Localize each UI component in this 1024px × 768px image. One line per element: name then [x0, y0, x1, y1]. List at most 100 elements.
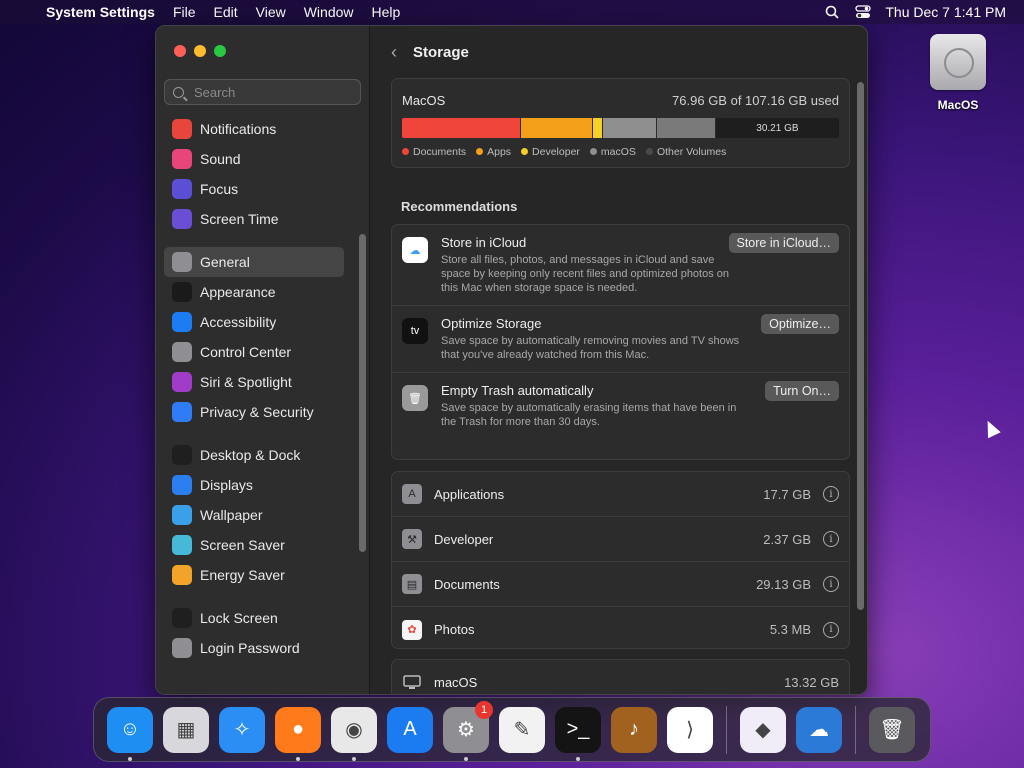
sidebar-scrollbar[interactable] [359, 234, 366, 552]
sidebar-item-accessibility[interactable]: Accessibility [164, 307, 344, 337]
legend-item: macOS [589, 146, 636, 158]
sidebar-item-label: General [200, 254, 250, 270]
legend-label: macOS [600, 146, 636, 158]
bar-segment-apps[interactable] [520, 118, 593, 138]
legend-item: Other Volumes [645, 146, 726, 158]
menu-app-name[interactable]: System Settings [40, 4, 164, 20]
main-scrollbar[interactable] [857, 82, 864, 610]
dock-vscode-icon[interactable]: ⟩ [667, 706, 713, 753]
sidebar-item-energy-saver[interactable]: Energy Saver [164, 560, 344, 590]
category-row-macos[interactable]: macOS 13.32 GB [392, 660, 849, 694]
dock-firefox-icon[interactable]: ● [275, 706, 321, 761]
bar-segment-developer[interactable] [592, 118, 603, 138]
dock-weather-icon[interactable]: ☁ [796, 706, 842, 753]
info-icon[interactable]: i [823, 621, 839, 638]
close-button[interactable] [174, 45, 186, 57]
sidebar-item-sound[interactable]: Sound [164, 144, 344, 174]
menu-edit[interactable]: Edit [205, 4, 247, 20]
control-center-icon[interactable] [855, 5, 872, 19]
search-input[interactable]: Search [164, 79, 361, 105]
info-icon[interactable]: i [823, 531, 839, 547]
sidebar-item-screen-saver[interactable]: Screen Saver [164, 530, 344, 560]
sidebar-item-label: Lock Screen [200, 610, 278, 626]
sidebar-item-screen-time[interactable]: Screen Time [164, 204, 344, 234]
sidebar-item-label: Energy Saver [200, 567, 285, 583]
legend-dot [476, 148, 484, 155]
dock-safari-icon[interactable]: ✧ [219, 706, 265, 753]
storage-legend: Documents Apps Developer macOS Other Volumes [392, 138, 849, 166]
info-icon[interactable]: i [823, 576, 839, 592]
dock-system-settings-icon[interactable]: ⚙ 1 [443, 700, 493, 761]
desktop-drive[interactable]: MacOS [922, 34, 994, 112]
sidebar-item-label: Privacy & Security [200, 404, 314, 420]
sidebar-item-desktop-dock[interactable]: Desktop & Dock [164, 440, 344, 470]
category-name: Developer [434, 531, 494, 547]
categories-card: A Applications 17.7 GB i ⚒ Developer 2.37 GB i ▤… [391, 471, 850, 649]
category-row-applications[interactable]: A Applications 17.7 GB i [392, 472, 849, 517]
sidebar-item-appearance[interactable]: Appearance [164, 277, 344, 307]
sidebar-item-label: Displays [200, 477, 253, 493]
dock-garageband-icon[interactable]: ♪ [611, 706, 657, 753]
sidebar-item-general[interactable]: General [164, 247, 344, 277]
minimize-button[interactable] [194, 45, 206, 57]
dock-visual-studio-icon[interactable]: ◆ [740, 706, 786, 753]
bar-segment-macos[interactable] [602, 118, 657, 138]
sidebar-item-lock-screen[interactable]: Lock Screen [164, 603, 344, 633]
dock-finder-icon[interactable]: ☺ [107, 706, 153, 761]
category-name: Photos [434, 622, 475, 637]
sidebar-item-focus[interactable]: Focus [164, 174, 344, 204]
spotlight-search-icon[interactable] [825, 5, 841, 19]
dock-trash-icon[interactable]: 🗑 [869, 706, 915, 753]
menu-view[interactable]: View [247, 4, 295, 20]
sidebar-item-privacy-security[interactable]: Privacy & Security [164, 397, 344, 427]
dock-chrome-icon[interactable]: ◉ [331, 706, 377, 761]
bar-free-space: 30.21 GB [756, 122, 799, 134]
recommendation-button[interactable]: Optimize… [761, 314, 839, 334]
notification-badge: 1 [475, 700, 493, 719]
sidebar-item-notifications[interactable]: Notifications [164, 114, 344, 144]
sidebar-item-label: Desktop & Dock [200, 447, 301, 463]
back-chevron-icon[interactable]: ‹ [391, 42, 397, 63]
category-row-developer[interactable]: ⚒ Developer 2.37 GB i [392, 517, 849, 562]
sidebar-item-login-password[interactable]: Login Password [164, 633, 344, 663]
menu-clock[interactable]: Thu Dec 7 1:41 PM [885, 4, 1006, 20]
sidebar: Search Notifications Sound Focus Screen Tim… [156, 26, 370, 694]
category-row-photos[interactable]: ✿ Photos 5.3 MB i [392, 607, 849, 652]
recommendations-card: ☁ Store in iCloud Store all files, photos,… [391, 224, 850, 460]
sidebar-item-label: Accessibility [200, 314, 277, 330]
storage-bar[interactable]: 30.21 GB [402, 118, 839, 138]
sidebar-item-wallpaper[interactable]: Wallpaper [164, 500, 344, 530]
dock-launchpad-icon[interactable]: ▦ [163, 706, 209, 753]
category-row-documents[interactable]: ▤ Documents 29.13 GB i [392, 562, 849, 607]
legend-dot [521, 148, 529, 155]
dock-textedit-icon[interactable]: ✎ [499, 706, 545, 753]
running-indicator [128, 756, 132, 761]
menu-window[interactable]: Window [295, 4, 363, 20]
sidebar-item-displays[interactable]: Displays [164, 470, 344, 500]
sidebar-item-control-center[interactable]: Control Center [164, 337, 344, 367]
menu-help[interactable]: Help [363, 4, 410, 20]
accessibility-icon [172, 312, 192, 332]
menu-file[interactable]: File [164, 4, 205, 20]
developer-icon: ⚒ [402, 529, 422, 549]
speaker-icon [172, 149, 192, 169]
dock-terminal-icon[interactable]: >_ [555, 706, 601, 761]
hard-drive-icon [930, 34, 986, 90]
zoom-button[interactable] [214, 45, 226, 57]
menu-bar: System Settings File Edit View Window He… [0, 0, 1024, 24]
bar-segment-documents[interactable] [402, 118, 521, 138]
legend-dot [402, 148, 409, 155]
sidebar-item-label: Screen Time [200, 211, 279, 227]
sidebar-item-label: Login Password [200, 640, 300, 656]
display-icon [402, 673, 422, 693]
bar-segment-other-volumes[interactable] [656, 118, 716, 138]
recommendation-button[interactable]: Turn On… [765, 381, 839, 401]
sidebar-item-siri-spotlight[interactable]: Siri & Spotlight [164, 367, 344, 397]
info-icon[interactable]: i [823, 486, 839, 502]
category-size: 2.37 GB [763, 531, 811, 547]
dock-app-store-icon[interactable]: A [387, 706, 433, 753]
recommendation-button[interactable]: Store in iCloud… [728, 233, 839, 253]
sidebar-item-label: Sound [200, 151, 241, 167]
dock: ☺ ▦ ✧ ● ◉ A ⚙ 1 ✎ >_ ♪ ⟩ ◆ ☁ 🗑 [93, 697, 931, 762]
sidebar-divider [164, 234, 362, 247]
